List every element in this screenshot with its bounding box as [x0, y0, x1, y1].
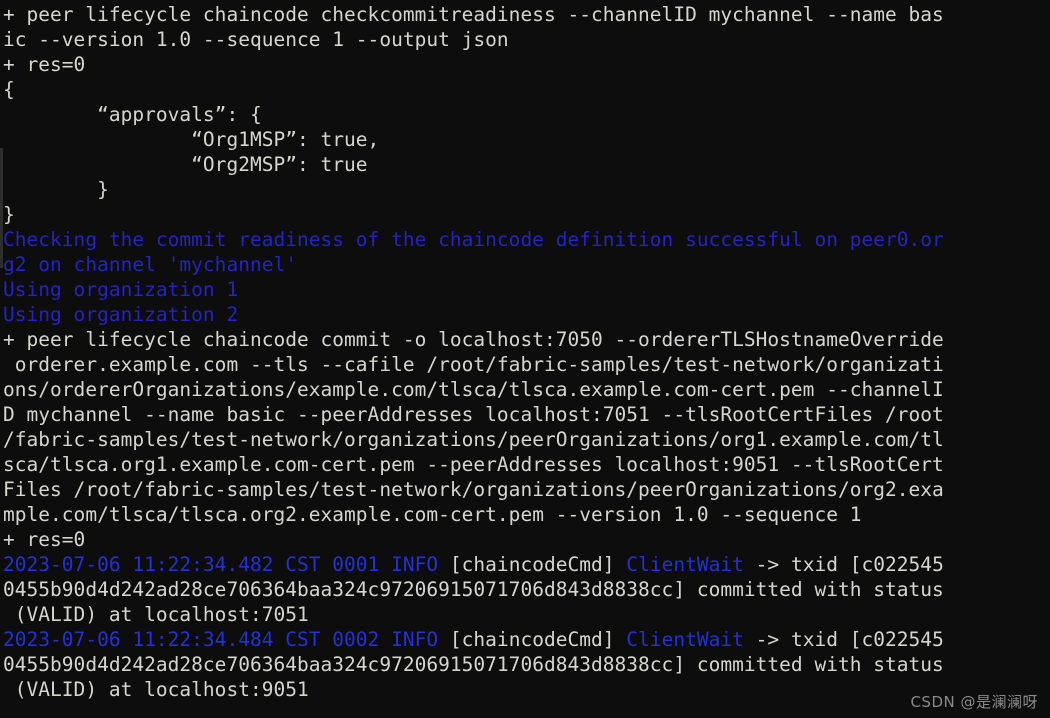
terminal-text-segment: D mychannel --name basic --peerAddresses… — [3, 403, 944, 426]
terminal-text-segment: ClientWait — [626, 628, 744, 651]
terminal-text-segment: { — [3, 78, 15, 101]
terminal-text-segment: + res=0 — [3, 53, 86, 76]
terminal-line: orderer.example.com --tls --cafile /root… — [1, 352, 1050, 377]
terminal-text-segment: Checking the commit readiness of the cha… — [3, 228, 944, 251]
terminal-line: } — [1, 177, 1050, 202]
terminal-line: Using organization 2 — [1, 302, 1050, 327]
terminal-line: + res=0 — [1, 52, 1050, 77]
terminal-line: + peer lifecycle chaincode commit -o loc… — [1, 327, 1050, 352]
terminal-text-segment: -> txid [c022545 — [743, 553, 944, 576]
terminal-line: Checking the commit readiness of the cha… — [1, 227, 1050, 252]
terminal-line: { — [1, 77, 1050, 102]
terminal-line: D mychannel --name basic --peerAddresses… — [1, 402, 1050, 427]
terminal-text-segment: + peer lifecycle chaincode checkcommitre… — [3, 3, 944, 26]
terminal-text-segment: 2023-07-06 11:22:34.482 CST 0001 INFO — [3, 553, 450, 576]
terminal-line: Using organization 1 — [1, 277, 1050, 302]
terminal-text-segment: “Org1MSP”: true, — [3, 128, 380, 151]
terminal-line: (VALID) at localhost:7051 — [1, 602, 1050, 627]
terminal-text-segment: mple.com/tlsca/tlsca.org2.example.com-ce… — [3, 503, 862, 526]
terminal-text-segment: “Org2MSP”: true — [3, 153, 368, 176]
terminal-text-segment: g2 on channel 'mychannel' — [3, 253, 297, 276]
terminal-line: “approvals”: { — [1, 102, 1050, 127]
terminal-line: (VALID) at localhost:9051 — [1, 677, 1050, 702]
terminal-text-segment: Files /root/fabric-samples/test-network/… — [3, 478, 944, 501]
terminal-text-segment: (VALID) at localhost:7051 — [3, 603, 309, 626]
terminal-text-segment: 0455b90d4d242ad28ce706364baa324c97206915… — [3, 578, 944, 601]
terminal-text-segment: 0455b90d4d242ad28ce706364baa324c97206915… — [3, 653, 944, 676]
terminal-text-segment: Using organization 1 — [3, 278, 239, 301]
terminal-line: + peer lifecycle chaincode checkcommitre… — [1, 2, 1050, 27]
terminal-line: + res=0 — [1, 527, 1050, 552]
terminal-text-segment: ic --version 1.0 --sequence 1 --output j… — [3, 28, 509, 51]
terminal-text-segment: “approvals”: { — [3, 103, 262, 126]
terminal-text-segment: /fabric-samples/test-network/organizatio… — [3, 428, 944, 451]
terminal-text-segment: + res=0 — [3, 528, 86, 551]
terminal-line: g2 on channel 'mychannel' — [1, 252, 1050, 277]
terminal-line: ic --version 1.0 --sequence 1 --output j… — [1, 27, 1050, 52]
terminal-line: 0455b90d4d242ad28ce706364baa324c97206915… — [1, 652, 1050, 677]
terminal-text-segment: (VALID) at localhost:9051 — [3, 678, 309, 701]
terminal-text-segment: } — [3, 178, 109, 201]
terminal-text-segment: [chaincodeCmd] — [449, 628, 627, 651]
terminal-text-segment: } — [3, 203, 15, 226]
csdn-watermark: CSDN @是澜澜呀 — [910, 693, 1038, 711]
terminal-text-segment: [chaincodeCmd] — [449, 553, 627, 576]
terminal-text-segment: -> txid [c022545 — [743, 628, 944, 651]
terminal-line: 0455b90d4d242ad28ce706364baa324c97206915… — [1, 577, 1050, 602]
terminal-text-segment: ClientWait — [626, 553, 744, 576]
terminal-line: /fabric-samples/test-network/organizatio… — [1, 427, 1050, 452]
terminal-text-segment: sca/tlsca.org1.example.com-cert.pem --pe… — [3, 453, 944, 476]
terminal-line: sca/tlsca.org1.example.com-cert.pem --pe… — [1, 452, 1050, 477]
terminal-line: } — [1, 202, 1050, 227]
terminal-line: 2023-07-06 11:22:34.482 CST 0001 INFO [c… — [1, 552, 1050, 577]
terminal-line: mple.com/tlsca/tlsca.org2.example.com-ce… — [1, 502, 1050, 527]
terminal-text-segment: 2023-07-06 11:22:34.484 CST 0002 INFO — [3, 628, 450, 651]
terminal-scrollbar[interactable] — [0, 0, 3, 718]
terminal-text-segment: orderer.example.com --tls --cafile /root… — [3, 353, 944, 376]
terminal-scrollbar-thumb[interactable] — [0, 148, 3, 268]
terminal-line: “Org1MSP”: true, — [1, 127, 1050, 152]
terminal-text-segment: Using organization 2 — [3, 303, 239, 326]
terminal-window[interactable]: + peer lifecycle chaincode checkcommitre… — [0, 0, 1050, 718]
terminal-line: Files /root/fabric-samples/test-network/… — [1, 477, 1050, 502]
terminal-text-segment: ons/ordererOrganizations/example.com/tls… — [3, 378, 944, 401]
terminal-text-segment: + peer lifecycle chaincode commit -o loc… — [3, 328, 944, 351]
terminal-line: “Org2MSP”: true — [1, 152, 1050, 177]
terminal-line: ons/ordererOrganizations/example.com/tls… — [1, 377, 1050, 402]
terminal-output: + peer lifecycle chaincode checkcommitre… — [1, 2, 1050, 702]
terminal-line: 2023-07-06 11:22:34.484 CST 0002 INFO [c… — [1, 627, 1050, 652]
